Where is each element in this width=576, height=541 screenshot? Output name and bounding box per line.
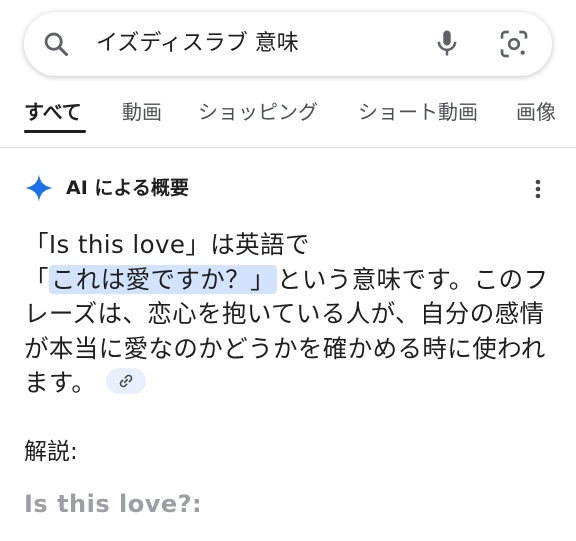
- more-options-icon[interactable]: [528, 176, 548, 202]
- microphone-icon[interactable]: [432, 28, 462, 58]
- search-tabs: すべて 動画 ショッピング ショート動画 画像: [0, 92, 576, 148]
- ai-overview-title: AI による概要: [66, 177, 189, 199]
- source-link-button[interactable]: [106, 368, 147, 394]
- gemini-sparkle-icon: [25, 174, 53, 202]
- divider: [0, 147, 576, 148]
- ai-overview-header: AI による概要: [24, 172, 554, 204]
- tab-short-videos[interactable]: ショート動画: [358, 98, 478, 126]
- google-lens-icon[interactable]: [498, 28, 530, 60]
- search-bar[interactable]: イズディスラブ 意味: [24, 12, 552, 76]
- ai-answer-text: 「Is this love」は英語で「これは愛ですか？」という意味です。このフレ…: [24, 228, 554, 401]
- link-icon: [119, 374, 133, 388]
- search-icon[interactable]: [42, 30, 70, 58]
- tab-shopping[interactable]: ショッピング: [198, 98, 318, 126]
- search-query[interactable]: イズディスラブ 意味: [96, 30, 299, 58]
- subheading: Is this love?:: [24, 490, 203, 518]
- tab-all[interactable]: すべて: [24, 98, 82, 126]
- tab-videos[interactable]: 動画: [122, 98, 162, 126]
- active-tab-indicator: [24, 130, 86, 133]
- tab-images[interactable]: 画像: [516, 98, 556, 126]
- faded-continuation: [24, 528, 564, 541]
- answer-highlight: これは愛ですか？」: [48, 264, 278, 294]
- section-title: 解説:: [24, 439, 78, 465]
